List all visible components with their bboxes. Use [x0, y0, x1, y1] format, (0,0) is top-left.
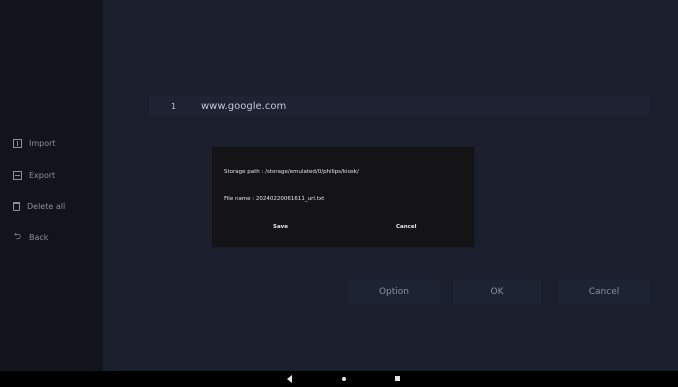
row-index: 1: [171, 101, 177, 111]
storage-path-text: Storage path : /storage/emulated/0/phili…: [224, 169, 359, 175]
sidebar-item-label: Export: [29, 170, 56, 180]
cancel-button[interactable]: Cancel: [558, 280, 650, 304]
sidebar-item-back[interactable]: ⮌ Back: [13, 229, 49, 245]
nav-back-icon[interactable]: [287, 375, 292, 383]
dialog-cancel-button[interactable]: Cancel: [396, 224, 417, 230]
file-name-text: File name : 20240220061611_url.txt: [224, 196, 325, 202]
export-dialog: Storage path : /storage/emulated/0/phili…: [211, 146, 475, 248]
import-icon: [13, 138, 22, 148]
ok-button[interactable]: OK: [453, 280, 541, 304]
sidebar-item-label: Back: [29, 232, 49, 242]
dialog-save-button[interactable]: Save: [273, 224, 288, 230]
option-button[interactable]: Option: [348, 280, 440, 304]
sidebar-item-label: Delete all: [27, 201, 66, 211]
system-navbar: [0, 371, 678, 387]
trash-icon: [13, 201, 20, 211]
export-icon: [13, 170, 22, 180]
sidebar-item-import[interactable]: Import: [13, 135, 56, 151]
nav-recents-icon[interactable]: [395, 376, 400, 381]
sidebar-item-export[interactable]: Export: [13, 167, 55, 183]
sidebar-item-label: Import: [29, 138, 56, 148]
sidebar-item-delete-all[interactable]: Delete all: [13, 198, 65, 214]
nav-home-icon[interactable]: [342, 377, 346, 381]
back-arrow-icon: ⮌: [13, 231, 22, 242]
sidebar: Import Export Delete all ⮌ Back: [0, 0, 103, 371]
list-item[interactable]: 1 www.google.com: [149, 96, 649, 116]
row-url: www.google.com: [201, 100, 287, 112]
